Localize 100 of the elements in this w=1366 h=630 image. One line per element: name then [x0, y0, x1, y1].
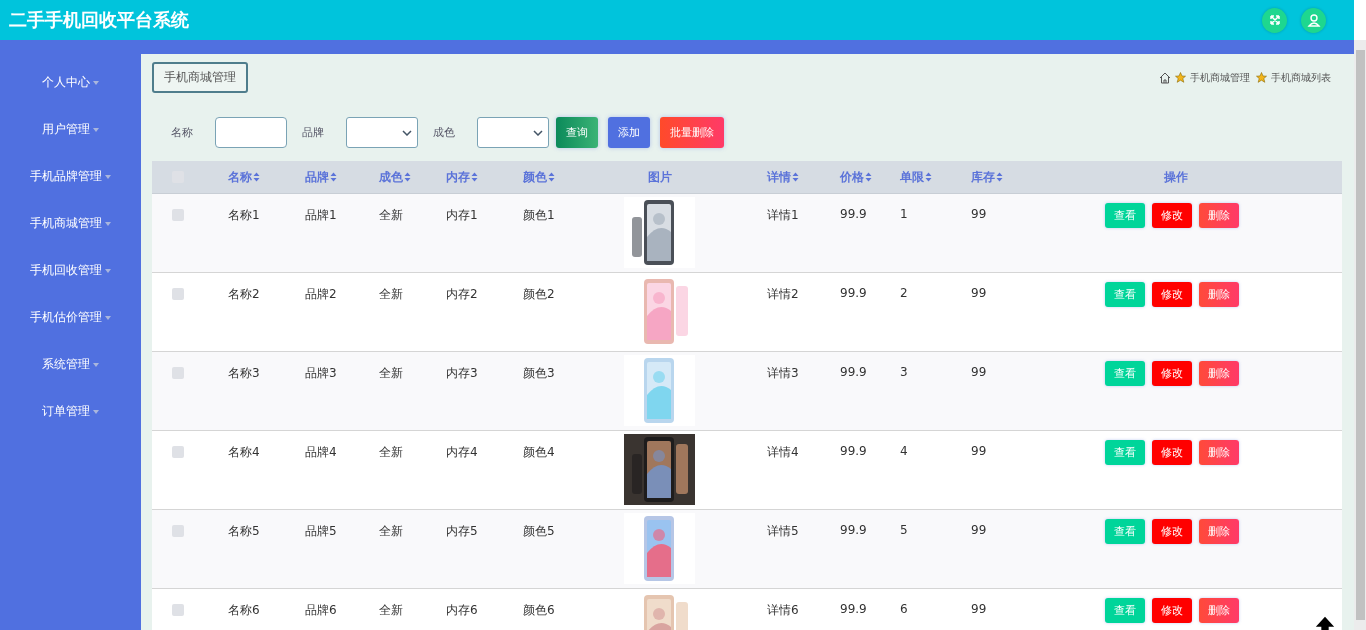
scrollbar-thumb[interactable] [1355, 50, 1365, 620]
column-header[interactable]: 内存 [446, 168, 470, 186]
view-button[interactable]: 查看 [1105, 282, 1145, 307]
sort-icon[interactable] [996, 172, 1003, 182]
edit-button[interactable]: 修改 [1152, 282, 1192, 307]
fullscreen-button[interactable] [1262, 7, 1287, 33]
table-cell: 99 [971, 602, 987, 616]
table-cell: 颜色4 [523, 444, 555, 461]
sidebar-item[interactable]: 用户管理 [42, 122, 99, 169]
user-button[interactable] [1301, 7, 1326, 33]
table-cell: 99.9 [840, 602, 867, 616]
edit-button[interactable]: 修改 [1152, 203, 1192, 228]
delete-button[interactable]: 删除 [1199, 440, 1239, 465]
breadcrumb-item[interactable]: 手机商城列表 [1271, 70, 1331, 85]
sort-icon[interactable] [471, 172, 478, 182]
checkbox[interactable] [172, 288, 184, 300]
table-cell: 99 [971, 365, 987, 379]
sort-icon[interactable] [404, 172, 411, 182]
table-cell: 名称2 [228, 286, 260, 303]
home-icon[interactable] [1159, 71, 1171, 84]
sort-icon[interactable] [925, 172, 932, 182]
table-cell: 名称6 [228, 602, 260, 619]
page-tab[interactable]: 手机商城管理 [152, 62, 248, 93]
checkbox[interactable] [172, 367, 184, 379]
column-header[interactable]: 品牌 [305, 168, 329, 186]
edit-button[interactable]: 修改 [1152, 361, 1192, 386]
column-header[interactable]: 名称 [228, 168, 252, 186]
delete-button[interactable]: 删除 [1199, 282, 1239, 307]
edit-button[interactable]: 修改 [1152, 519, 1192, 544]
column-header[interactable]: 库存 [971, 168, 995, 186]
table-cell: 全新 [379, 444, 403, 461]
table-cell: 4 [900, 444, 908, 458]
column-header[interactable]: 颜色 [523, 168, 547, 186]
table-cell: 内存5 [446, 523, 478, 540]
delete-button[interactable]: 删除 [1199, 361, 1239, 386]
user-icon [1306, 13, 1321, 27]
select-field[interactable] [346, 117, 418, 148]
table-cell: 6 [900, 602, 908, 616]
table-cell: 全新 [379, 286, 403, 303]
table-cell: 品牌2 [305, 286, 337, 303]
column-header[interactable]: 价格 [840, 168, 864, 186]
caret-icon [105, 222, 111, 226]
view-button[interactable]: 查看 [1105, 598, 1145, 623]
breadcrumb-item[interactable]: 手机商城管理 [1190, 70, 1250, 85]
input-field[interactable] [215, 117, 287, 148]
sidebar-item[interactable]: 手机估价管理 [30, 310, 111, 357]
select-field[interactable] [477, 117, 549, 148]
delete-button[interactable]: 删除 [1199, 598, 1239, 623]
column-header[interactable]: 单限 [900, 168, 924, 186]
sidebar-item[interactable]: 手机商城管理 [30, 216, 111, 263]
table-cell: 99 [971, 444, 987, 458]
add-button[interactable]: 添加 [608, 117, 650, 148]
caret-icon [105, 316, 111, 320]
search-button[interactable]: 查询 [556, 117, 598, 148]
sort-icon[interactable] [330, 172, 337, 182]
table-cell: 内存2 [446, 286, 478, 303]
table-cell: 全新 [379, 523, 403, 540]
sort-icon[interactable] [548, 172, 555, 182]
table-cell: 名称1 [228, 207, 260, 224]
column-header[interactable]: 成色 [379, 168, 403, 186]
table-cell: 内存4 [446, 444, 478, 461]
star-icon [1256, 72, 1267, 83]
checkbox[interactable] [172, 209, 184, 221]
table-cell: 99 [971, 207, 987, 221]
sidebar-item[interactable]: 手机回收管理 [30, 263, 111, 310]
sort-icon[interactable] [865, 172, 872, 182]
table-cell: 详情5 [767, 523, 799, 540]
star-icon [1175, 72, 1186, 83]
checkbox[interactable] [172, 446, 184, 458]
edit-button[interactable]: 修改 [1152, 440, 1192, 465]
table-cell: 99.9 [840, 207, 867, 221]
sidebar-item[interactable]: 个人中心 [42, 75, 99, 122]
column-header[interactable]: 详情 [767, 168, 791, 186]
sidebar-item[interactable]: 订单管理 [42, 404, 99, 451]
table-cell: 99 [971, 286, 987, 300]
table-cell: 品牌4 [305, 444, 337, 461]
column-header: 操作 [1164, 168, 1188, 186]
table-cell: 颜色3 [523, 365, 555, 382]
table-cell: 99 [971, 523, 987, 537]
table-cell: 3 [900, 365, 908, 379]
filter-label: 名称 [171, 125, 193, 140]
table-cell: 99.9 [840, 523, 867, 537]
edit-button[interactable]: 修改 [1152, 598, 1192, 623]
view-button[interactable]: 查看 [1105, 519, 1145, 544]
view-button[interactable]: 查看 [1105, 203, 1145, 228]
checkbox[interactable] [172, 525, 184, 537]
scrollbar[interactable] [1354, 40, 1366, 630]
sidebar-item[interactable]: 手机品牌管理 [30, 169, 111, 216]
checkbox[interactable] [172, 604, 184, 616]
chevron-icon [533, 129, 543, 136]
view-button[interactable]: 查看 [1105, 361, 1145, 386]
table-cell: 颜色1 [523, 207, 555, 224]
sidebar-item[interactable]: 系统管理 [42, 357, 99, 404]
delete-button[interactable]: 删除 [1199, 519, 1239, 544]
batch-delete-button[interactable]: 批量删除 [660, 117, 724, 148]
delete-button[interactable]: 删除 [1199, 203, 1239, 228]
sort-icon[interactable] [253, 172, 260, 182]
table-cell: 详情6 [767, 602, 799, 619]
sort-icon[interactable] [792, 172, 799, 182]
view-button[interactable]: 查看 [1105, 440, 1145, 465]
